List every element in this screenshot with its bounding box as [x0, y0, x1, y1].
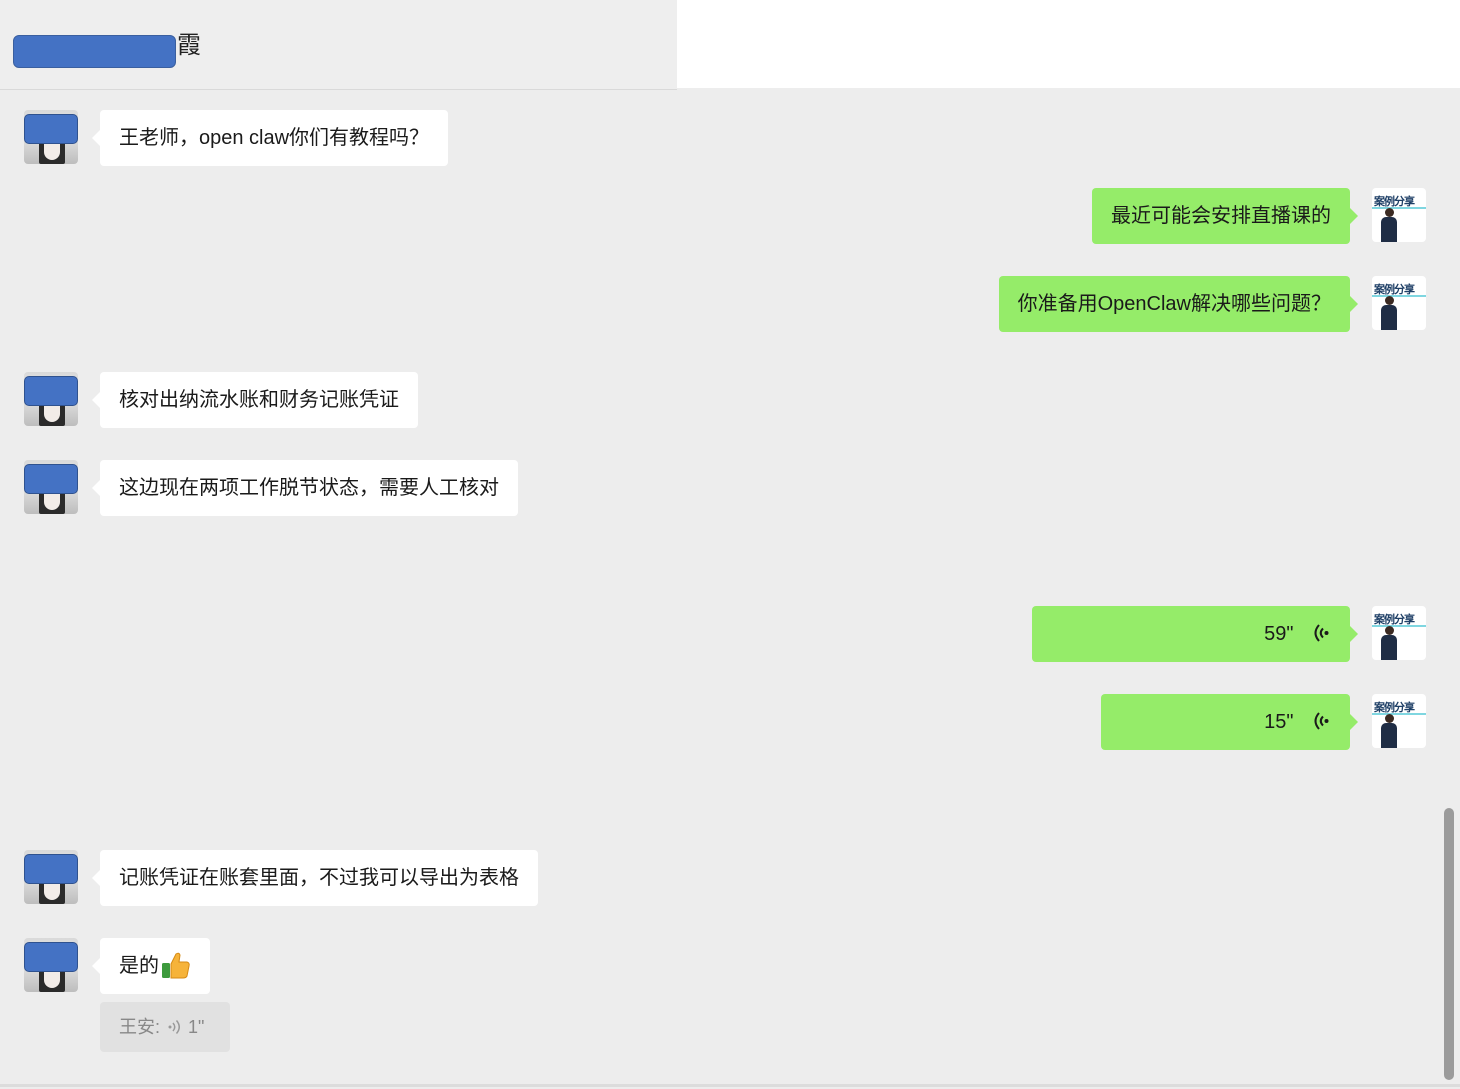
message-text: 王老师，open claw你们有教程吗？	[119, 127, 430, 149]
avatar-redaction	[24, 114, 78, 144]
contact-avatar[interactable]	[24, 938, 78, 992]
voice-message-outgoing[interactable]: 59"	[1032, 606, 1358, 662]
header-blank-area	[677, 0, 1460, 88]
voice-duration: 59"	[1264, 623, 1294, 645]
message-text: 最近可能会安排直播课的	[1111, 205, 1331, 227]
voice-message-outgoing[interactable]: 15"	[1101, 694, 1358, 750]
thumbs-up-icon	[162, 952, 190, 979]
message-text: 是的	[119, 955, 159, 977]
quote-duration: 1"	[188, 1017, 205, 1037]
message-text: 核对出纳流水账和财务记账凭证	[119, 389, 399, 411]
chat-scrollbar[interactable]	[1444, 808, 1454, 1080]
message-bubble-incoming[interactable]: 核对出纳流水账和财务记账凭证	[92, 372, 418, 428]
message-bubble-outgoing[interactable]: 最近可能会安排直播课的	[1092, 188, 1358, 244]
message-bubble-incoming[interactable]: 是的	[92, 938, 210, 994]
redacted-name-block	[13, 35, 176, 68]
quote-sender: 王安:	[119, 1017, 161, 1037]
contact-avatar[interactable]	[24, 110, 78, 164]
message-bubble-incoming[interactable]: 这边现在两项工作脱节状态，需要人工核对	[92, 460, 518, 516]
message-text: 这边现在两项工作脱节状态，需要人工核对	[119, 477, 499, 499]
avatar-redaction	[24, 376, 78, 406]
message-bubble-outgoing[interactable]: 你准备用OpenClaw解决哪些问题？	[998, 276, 1359, 332]
chat-title: 霞	[177, 32, 201, 59]
avatar-redaction	[24, 464, 78, 494]
message-bubble-incoming[interactable]: 记账凭证在账套里面，不过我可以导出为表格	[92, 850, 538, 906]
quoted-voice-reference[interactable]: 王安: 1"	[100, 1002, 230, 1052]
self-avatar[interactable]: 案例分享	[1372, 694, 1426, 748]
avatar-redaction	[24, 854, 78, 884]
self-avatar[interactable]: 案例分享	[1372, 188, 1426, 242]
contact-avatar[interactable]	[24, 850, 78, 904]
avatar-redaction	[24, 942, 78, 972]
divider	[0, 1084, 1460, 1087]
voice-wave-icon	[1314, 712, 1329, 730]
message-text: 你准备用OpenClaw解决哪些问题？	[1017, 293, 1331, 315]
voice-duration: 15"	[1264, 711, 1294, 733]
voice-wave-icon	[168, 1019, 181, 1034]
message-bubble-incoming[interactable]: 王老师，open claw你们有教程吗？	[91, 110, 449, 166]
self-avatar[interactable]: 案例分享	[1372, 606, 1426, 660]
chat-header: 霞	[0, 0, 677, 90]
contact-avatar[interactable]	[24, 460, 78, 514]
contact-avatar[interactable]	[24, 372, 78, 426]
message-text: 记账凭证在账套里面，不过我可以导出为表格	[119, 867, 519, 889]
voice-wave-icon	[1314, 624, 1329, 642]
self-avatar[interactable]: 案例分享	[1372, 276, 1426, 330]
